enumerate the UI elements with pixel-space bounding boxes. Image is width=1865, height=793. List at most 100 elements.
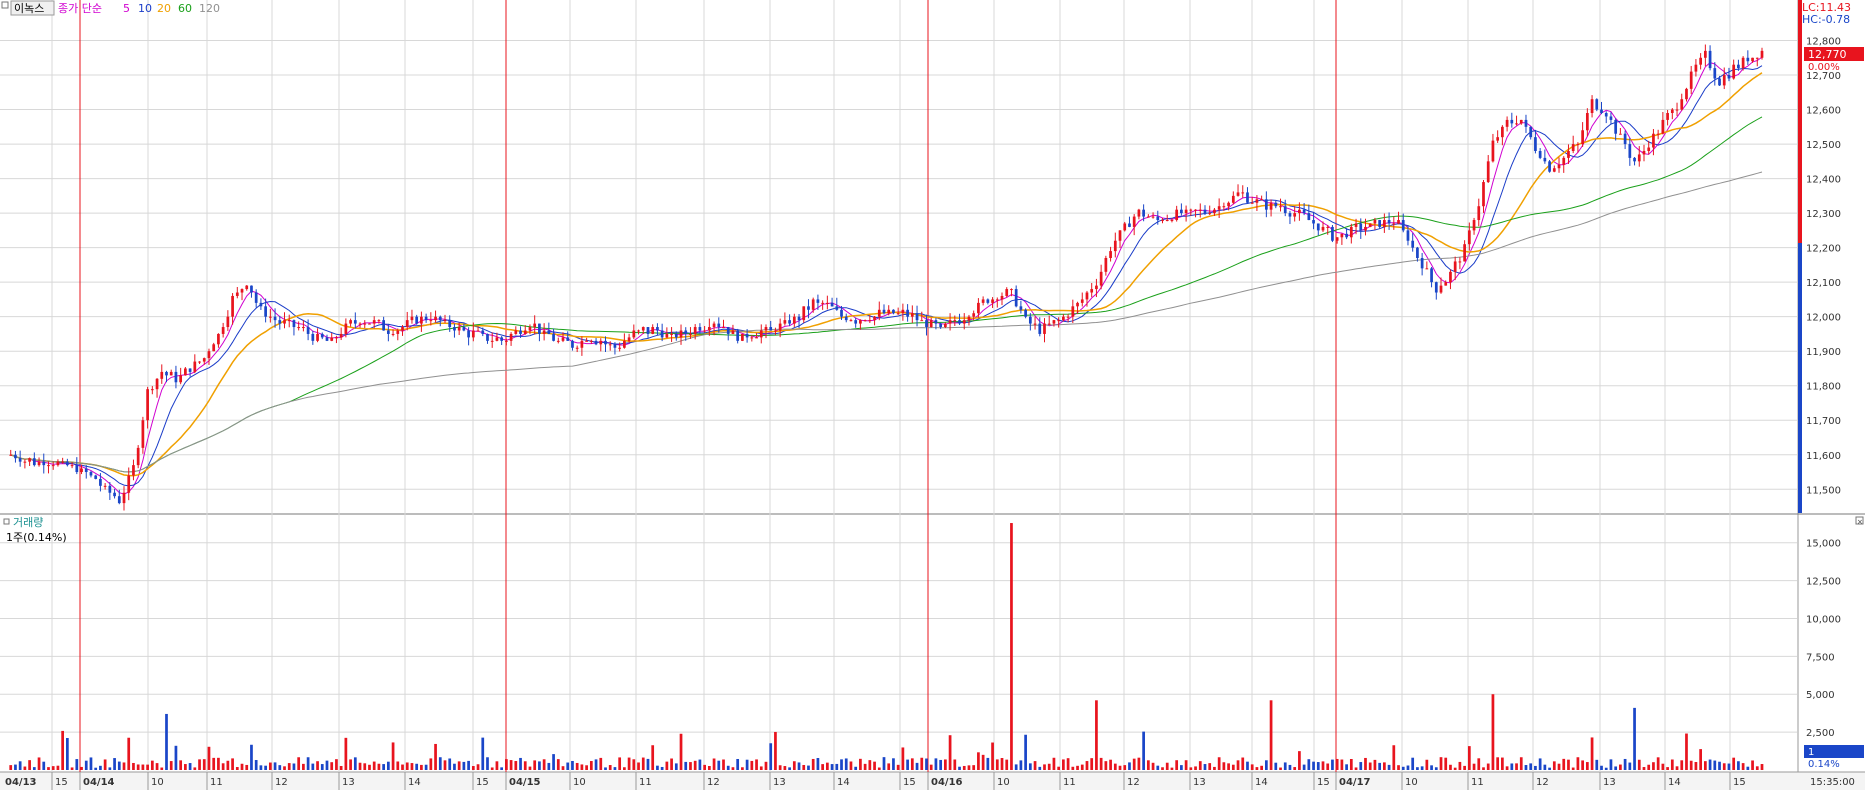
volume-bar xyxy=(1529,763,1533,770)
volume-bar xyxy=(438,757,442,770)
volume-bar xyxy=(453,763,456,770)
candle-body xyxy=(283,320,286,324)
candle-body xyxy=(1439,285,1443,293)
volume-bar xyxy=(1505,766,1509,770)
volume-bar xyxy=(1151,762,1155,770)
candle-body xyxy=(476,330,480,332)
volume-bar xyxy=(401,764,404,770)
candle-body xyxy=(750,337,754,339)
volume-bar xyxy=(1104,761,1108,770)
volume-bar xyxy=(476,764,480,770)
time-label-11: 11 xyxy=(639,777,652,788)
candle-body xyxy=(1217,206,1221,210)
volume-bar xyxy=(707,766,711,770)
volume-bar xyxy=(283,766,286,770)
volume-bar xyxy=(117,761,121,770)
volume-bar xyxy=(1326,763,1330,770)
candle-body xyxy=(1364,226,1367,231)
volume-bar xyxy=(1203,764,1207,770)
candle-body xyxy=(604,340,607,345)
volume-bar xyxy=(882,757,886,770)
candle-body xyxy=(1095,285,1098,290)
candle-body xyxy=(386,330,390,334)
volume-bar xyxy=(1732,757,1736,770)
candle-body xyxy=(641,327,645,331)
volume-bar xyxy=(415,763,419,770)
candle-body xyxy=(1321,226,1325,231)
volume-bar xyxy=(594,759,598,770)
candle-body xyxy=(1387,220,1391,224)
candle-body xyxy=(1246,192,1249,203)
volume-bar xyxy=(519,757,522,770)
volume-bar xyxy=(1189,767,1193,770)
volume-bar xyxy=(1670,759,1674,770)
volume-bar xyxy=(193,767,197,770)
time-label-20: 13 xyxy=(1193,777,1206,788)
volume-bar xyxy=(1052,757,1056,770)
volume-bar xyxy=(18,761,22,770)
candle-body xyxy=(863,320,867,322)
candle-body xyxy=(353,320,357,324)
price-tick-label: 11,500 xyxy=(1806,485,1841,496)
volume-bar xyxy=(113,758,116,770)
candle-body xyxy=(240,289,244,293)
candle-body xyxy=(1090,289,1094,293)
candle-body xyxy=(335,337,338,339)
candle-body xyxy=(589,340,593,342)
volume-bar xyxy=(1416,767,1419,770)
volume-bar xyxy=(94,767,98,770)
candle-body xyxy=(1080,299,1084,303)
candle-body xyxy=(1043,323,1046,334)
candle-body xyxy=(1647,147,1651,151)
candle-body xyxy=(1142,209,1145,217)
candle-body xyxy=(1600,109,1603,114)
candle-body xyxy=(528,327,532,331)
candle-body xyxy=(155,378,159,390)
candle-body xyxy=(684,330,688,334)
volume-bar xyxy=(386,761,390,770)
volume-bar xyxy=(533,760,537,770)
volume-bar xyxy=(368,764,371,770)
volume-bar xyxy=(278,765,282,770)
volume-bar xyxy=(1623,758,1627,770)
chart-canvas[interactable]: 이녹스 종가 단순 5 10 20 60 120 LC:11.43 HC:-0.… xyxy=(0,0,1865,790)
candle-body xyxy=(967,316,971,321)
volume-bar xyxy=(434,743,437,770)
volume-bar xyxy=(542,759,546,770)
volume-bar xyxy=(589,761,593,770)
candle-body xyxy=(1401,220,1405,231)
candle-body xyxy=(618,347,622,349)
candle-body xyxy=(986,299,990,303)
candle-body xyxy=(538,323,541,334)
candle-body xyxy=(811,299,815,310)
candle-body xyxy=(1368,223,1372,227)
candle-body xyxy=(1132,216,1136,227)
candle-body xyxy=(1604,113,1608,117)
candle-body xyxy=(188,368,192,372)
candle-body xyxy=(169,371,173,376)
volume-bar xyxy=(1184,760,1188,770)
candle-body xyxy=(1326,226,1330,228)
volume-bar xyxy=(396,761,400,770)
volume-bar xyxy=(1751,760,1754,770)
volume-bar xyxy=(783,766,787,770)
time-label-23: 04/17 xyxy=(1339,777,1371,788)
volume-bar xyxy=(1486,763,1490,770)
volume-bar xyxy=(1666,767,1669,770)
volume-bar xyxy=(755,759,758,770)
volume-bar xyxy=(892,758,895,770)
volume-bar xyxy=(1534,765,1537,770)
candle-body xyxy=(1609,116,1613,120)
candle-body xyxy=(457,327,461,331)
candle-body xyxy=(1444,282,1448,286)
volume-bar xyxy=(726,765,730,770)
candle-body xyxy=(1014,289,1018,307)
volume-tick-label: 5,000 xyxy=(1806,690,1835,701)
candle-body xyxy=(1146,216,1150,218)
stock-chart[interactable]: 이녹스 종가 단순 5 10 20 60 120 LC:11.43 HC:-0.… xyxy=(0,0,1865,790)
candle-body xyxy=(1652,133,1655,148)
candle-body xyxy=(693,327,697,334)
volume-bar xyxy=(1501,757,1504,770)
volume-bar xyxy=(66,738,69,770)
candle-body xyxy=(184,368,187,376)
